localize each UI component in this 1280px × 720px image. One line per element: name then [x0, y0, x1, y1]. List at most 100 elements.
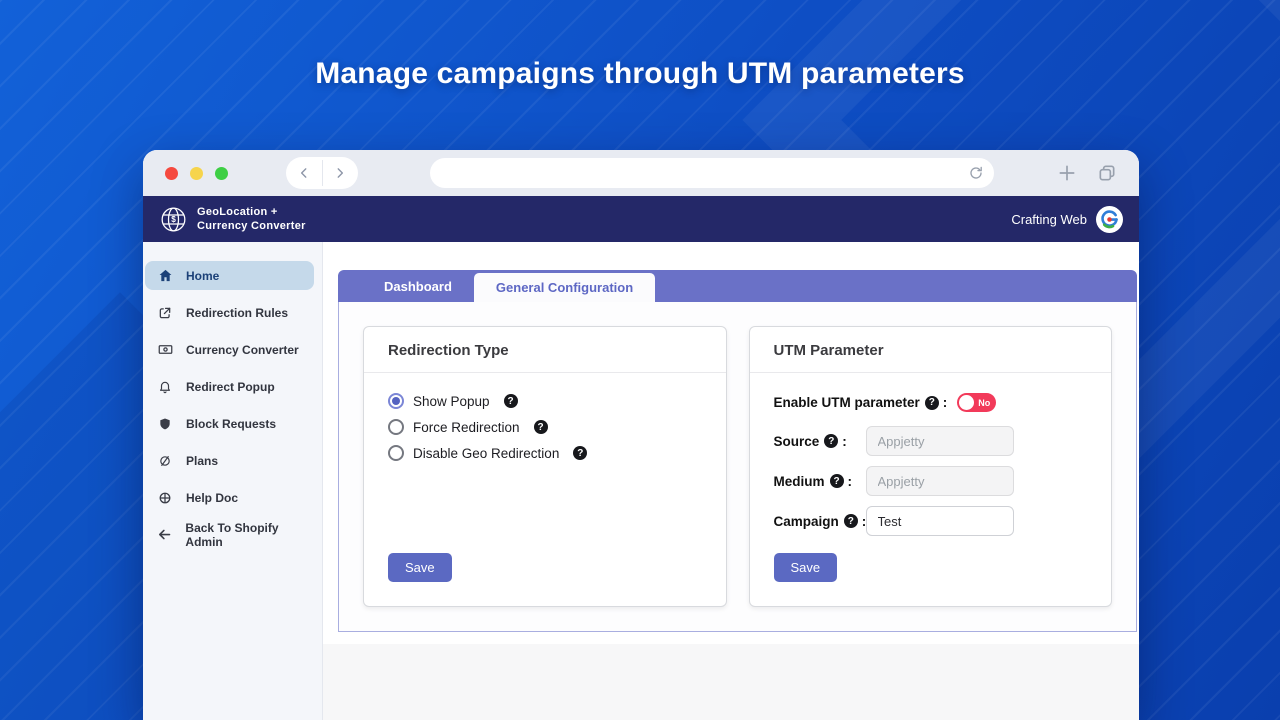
chrome-right-controls: [1057, 163, 1117, 183]
medium-input[interactable]: [865, 466, 1014, 496]
radio-label: Disable Geo Redirection: [413, 445, 560, 461]
help-icon[interactable]: ?: [829, 474, 844, 488]
new-tab-button[interactable]: [1057, 163, 1077, 183]
browser-window: $ GeoLocation + Currency Converter Craft…: [143, 150, 1139, 720]
colon: :: [942, 395, 948, 410]
enable-utm-toggle[interactable]: No: [957, 393, 997, 412]
sidebar: Home Redirection Rules Currency Converte…: [143, 242, 323, 720]
sidebar-item-label: Block Requests: [186, 416, 277, 431]
chevron-right-icon: [337, 168, 344, 178]
help-icon[interactable]: ?: [533, 420, 548, 434]
label-text: Campaign: [773, 513, 839, 529]
radio-option-force-redirection[interactable]: Force Redirection ?: [388, 419, 702, 435]
banknote-icon: [157, 342, 173, 357]
radio-button[interactable]: [388, 393, 404, 409]
tab-general-configuration[interactable]: General Configuration: [473, 273, 656, 302]
help-icon[interactable]: ?: [843, 514, 858, 528]
refresh-icon: [970, 166, 982, 179]
content-area: Home Redirection Rules Currency Converte…: [143, 242, 1139, 720]
radio-button[interactable]: [388, 445, 404, 461]
card-body: Show Popup ? Force Redirection ? Disable…: [364, 373, 726, 606]
redirection-type-card: Redirection Type Show Popup ? Force Redi…: [363, 326, 727, 607]
tab-dashboard[interactable]: Dashboard: [362, 270, 474, 302]
app-brand: $ GeoLocation + Currency Converter: [159, 205, 306, 234]
globe-currency-icon: $: [161, 207, 186, 231]
tab-container: Dashboard General Configuration Redirect…: [338, 270, 1137, 632]
globe-icon: [157, 491, 173, 505]
circle-slash-icon: [157, 454, 173, 468]
tab-bar: Dashboard General Configuration: [338, 270, 1137, 302]
sidebar-item-label: Back To Shopify Admin: [185, 520, 279, 549]
refresh-button[interactable]: [968, 165, 984, 181]
tab-label: General Configuration: [495, 280, 634, 295]
radio-option-show-popup[interactable]: Show Popup ?: [388, 393, 702, 409]
source-field-row: Source ? :: [774, 426, 1088, 456]
toggle-state-label: No: [978, 397, 991, 408]
url-input[interactable]: [440, 158, 968, 188]
sidebar-item-back-to-shopify-admin[interactable]: Back To Shopify Admin: [145, 520, 314, 549]
chevron-left-icon: [300, 168, 307, 178]
minimize-window-button[interactable]: [190, 166, 203, 180]
source-label: Source ? :: [774, 434, 866, 449]
card-body: Enable UTM parameter ? : No Source ?: A…: [750, 373, 1112, 606]
tabs-icon: [1099, 165, 1115, 181]
bell-icon: [157, 380, 173, 394]
sidebar-item-plans[interactable]: Plans: [145, 446, 314, 475]
window-controls: [165, 166, 228, 180]
arrow-left-icon: [157, 527, 172, 542]
home-icon: [157, 268, 173, 283]
app-header: $ GeoLocation + Currency Converter Craft…: [143, 196, 1139, 242]
sidebar-item-currency-converter[interactable]: Currency Converter: [145, 335, 314, 364]
close-window-button[interactable]: [165, 166, 178, 180]
help-icon[interactable]: ?: [503, 394, 518, 408]
colon: :: [842, 433, 847, 449]
forward-button[interactable]: [323, 166, 357, 180]
sidebar-item-label: Redirection Rules: [186, 305, 289, 320]
page-title: Manage campaigns through UTM parameters: [315, 57, 965, 90]
help-icon[interactable]: ?: [573, 446, 588, 460]
g-logo-icon: [1101, 209, 1118, 228]
medium-field-row: Medium ? :: [774, 466, 1088, 496]
tab-overview-button[interactable]: [1097, 163, 1117, 183]
main-area: Dashboard General Configuration Redirect…: [323, 242, 1139, 720]
sidebar-item-home[interactable]: Home: [145, 261, 314, 290]
sidebar-item-block-requests[interactable]: Block Requests: [145, 409, 314, 438]
radio-option-disable-geo-redirection[interactable]: Disable Geo Redirection ?: [388, 445, 702, 461]
browser-chrome: [143, 150, 1139, 196]
label-text: Source: [773, 433, 820, 449]
external-link-icon: [157, 306, 173, 320]
campaign-input[interactable]: [865, 506, 1014, 536]
campaign-label: Campaign ? :: [773, 513, 867, 529]
back-button[interactable]: [287, 166, 321, 180]
plus-icon: [1059, 165, 1075, 181]
card-title: Redirection Type: [388, 342, 509, 359]
app-name-line2: Currency Converter: [197, 220, 306, 232]
partner-brand: Crafting Web: [1011, 205, 1123, 233]
app-name-line1: GeoLocation +: [197, 205, 278, 218]
help-icon[interactable]: ?: [824, 434, 839, 448]
colon: :: [847, 473, 853, 489]
utm-save-button[interactable]: Save: [773, 553, 838, 582]
help-icon[interactable]: ?: [924, 395, 939, 410]
tab-label: Dashboard: [384, 278, 452, 294]
content-background: [323, 644, 1139, 720]
tab-panel: Redirection Type Show Popup ? Force Redi…: [338, 302, 1137, 632]
sidebar-item-redirect-popup[interactable]: Redirect Popup: [145, 372, 314, 401]
redirection-save-button[interactable]: Save: [388, 553, 452, 582]
maximize-window-button[interactable]: [215, 166, 228, 180]
sidebar-item-label: Plans: [186, 453, 219, 468]
address-bar[interactable]: [430, 158, 994, 188]
source-input[interactable]: [865, 426, 1014, 456]
sidebar-item-label: Help Doc: [186, 490, 239, 505]
enable-utm-label: Enable UTM parameter ? :: [774, 395, 948, 410]
enable-utm-row: Enable UTM parameter ? : No: [774, 393, 1088, 412]
nav-buttons: [286, 157, 358, 189]
radio-button[interactable]: [388, 419, 404, 435]
sidebar-item-help-doc[interactable]: Help Doc: [145, 483, 314, 512]
medium-label: Medium ? :: [774, 474, 866, 489]
campaign-field-row: Campaign ? :: [774, 506, 1088, 536]
sidebar-item-redirection-rules[interactable]: Redirection Rules: [145, 298, 314, 327]
label-text: Medium: [773, 473, 825, 489]
crafting-web-logo-icon: [1096, 205, 1123, 233]
label-text: Enable UTM parameter: [773, 395, 920, 410]
